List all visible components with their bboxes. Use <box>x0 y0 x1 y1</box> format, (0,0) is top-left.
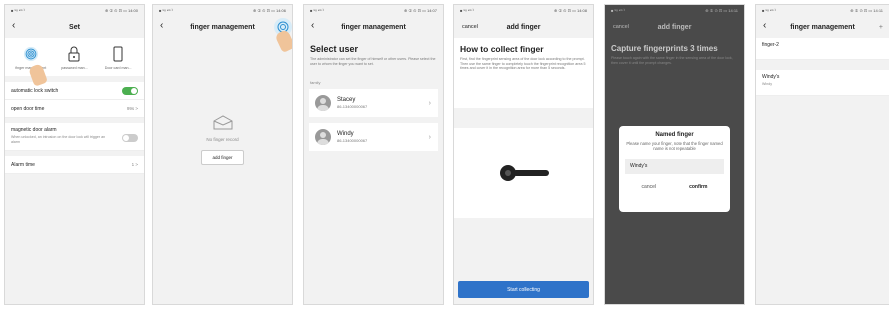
status-bar: ■ ⁵ᵍ ⁴ᴳ ⁱˡ ⊕ ① ⊙ ⊡ ▭ 14:06 <box>153 5 292 16</box>
empty-state: No finger record add finger <box>153 113 292 165</box>
capture-desc: Please touch again with the same finger … <box>611 56 733 65</box>
back-icon[interactable]: ‹ <box>160 20 163 31</box>
password-management-label: password man... <box>61 66 88 70</box>
user-item[interactable]: Stacey 86-13400000067 › <box>309 89 438 118</box>
add-finger-button[interactable]: add finger <box>201 150 244 165</box>
capture-heading: Capture fingerprints 3 times <box>611 44 718 53</box>
user-name: Windy <box>337 131 354 138</box>
back-icon[interactable]: ‹ <box>763 20 766 31</box>
status-bar: ■ ⁵ᵍ ⁴ᴳ ⁱˡ ⊕ ① ⊙ ⊡ ▭ 14:00 <box>5 5 144 16</box>
door-card-management-label: Door card man... <box>104 66 132 70</box>
automatic-lock-row[interactable]: automatic lock switch <box>5 82 144 100</box>
status-right: ⊕ ① ⊙ ⊡ ▭ 14:08 <box>554 8 587 13</box>
status-left: ■ ⁵ᵍ ⁴ᴳ ⁱˡ <box>159 8 173 13</box>
collect-desc: First, find the fingerprint sensing area… <box>460 57 586 71</box>
lock-icon <box>66 46 82 62</box>
dialog-cancel-button[interactable]: cancel <box>642 184 656 190</box>
user-phone: 86-13400000067 <box>337 138 368 144</box>
page-title: finger management <box>341 23 406 31</box>
start-collecting-button[interactable]: Start collecting <box>458 281 589 298</box>
page-title: add finger <box>506 23 541 31</box>
status-right: ⊕ ① ⊙ ⊡ ▭ 14:06 <box>253 8 286 13</box>
phone-add-finger-instructions: ■ ⁵ᵍ ⁴ᴳ ⁱˡ ⊕ ① ⊙ ⊡ ▭ 14:08 cancel add fi… <box>453 4 594 305</box>
page-title: Set <box>69 23 80 31</box>
finger-owner: Windy <box>762 82 772 86</box>
dialog-title: Named finger <box>655 132 694 138</box>
cancel-button[interactable]: cancel <box>462 24 478 30</box>
phone-finger-management-list: ■ ⁵ᵍ ⁴ᴳ ⁱˡ ⊕ ① ⊙ ⊡ ▭ 14:11 ‹ finger mana… <box>755 4 889 305</box>
back-icon[interactable]: ‹ <box>12 20 15 31</box>
user-phone: 86-13400000067 <box>337 104 368 110</box>
status-right: ⊕ ① ⊙ ⊡ ▭ 14:11 <box>705 8 738 13</box>
collect-heading: How to collect finger <box>460 44 544 54</box>
finger-item[interactable]: finger-2 <box>756 38 889 60</box>
user-name: Stacey <box>337 97 356 104</box>
add-icon[interactable]: + <box>879 24 883 31</box>
status-right: ⊕ ① ⊙ ⊡ ▭ 14:07 <box>404 8 437 13</box>
magnetic-alarm-label: magnetic door alarm <box>11 127 57 133</box>
alarm-time-label: Alarm time <box>11 161 35 168</box>
status-left: ■ ⁵ᵍ ⁴ᴳ ⁱˡ <box>310 8 324 13</box>
empty-text: No finger record <box>206 137 239 142</box>
page-title: add finger <box>657 23 692 31</box>
dialog-confirm-button[interactable]: confirm <box>689 184 707 190</box>
alarm-time-row[interactable]: Alarm time 1 > <box>5 156 144 174</box>
cancel-button[interactable]: cancel <box>613 24 629 30</box>
alarm-time-value: 1 > <box>131 162 138 167</box>
back-icon[interactable]: ‹ <box>311 20 314 31</box>
phone-settings: ■ ⁵ᵍ ⁴ᴳ ⁱˡ ⊕ ① ⊙ ⊡ ▭ 14:00 ‹ Set finger … <box>4 4 145 305</box>
dialog-desc: Please name your finger, note that the f… <box>626 141 723 152</box>
status-bar: ■ ⁵ᵍ ⁴ᴳ ⁱˡ ⊕ ① ⊙ ⊡ ▭ 14:11 <box>605 5 744 16</box>
finger-item[interactable]: Windy's Windy <box>756 70 889 96</box>
magnetic-alarm-toggle[interactable] <box>122 134 138 142</box>
phone-select-user: ■ ⁵ᵍ ⁴ᴳ ⁱˡ ⊕ ① ⊙ ⊡ ▭ 14:07 ‹ finger mana… <box>303 4 444 305</box>
page-title: finger management <box>790 23 855 31</box>
finger-name: Windy's <box>762 74 780 80</box>
select-user-heading: Select user <box>310 44 359 54</box>
user-item[interactable]: Windy 86-13400000067 › <box>309 123 438 152</box>
status-bar: ■ ⁵ᵍ ⁴ᴳ ⁱˡ ⊕ ① ⊙ ⊡ ▭ 14:08 <box>454 5 593 16</box>
lock-illustration <box>454 128 593 218</box>
nav-bar: cancel add finger <box>454 16 593 38</box>
status-left: ■ ⁵ᵍ ⁴ᴳ ⁱˡ <box>11 8 25 13</box>
magnetic-alarm-row: magnetic door alarm When unlocked, an in… <box>5 123 144 151</box>
nav-bar: ‹ finger management + <box>756 16 889 38</box>
status-left: ■ ⁵ᵍ ⁴ᴳ ⁱˡ <box>460 8 474 13</box>
open-door-time-row[interactable]: open door time 99s > <box>5 100 144 118</box>
open-door-time-label: open door time <box>11 105 45 112</box>
avatar <box>315 95 331 112</box>
status-right: ⊕ ① ⊙ ⊡ ▭ 14:11 <box>850 8 883 13</box>
magnetic-alarm-desc: When unlocked, an intrusion on the door … <box>11 135 106 144</box>
finger-name-input[interactable]: Windy's <box>625 158 724 174</box>
status-left: ■ ⁵ᵍ ⁴ᴳ ⁱˡ <box>762 8 776 13</box>
management-icons: finger management password man... Door c… <box>5 38 144 76</box>
status-bar: ■ ⁵ᵍ ⁴ᴳ ⁱˡ ⊕ ① ⊙ ⊡ ▭ 14:07 <box>304 5 443 16</box>
open-door-time-value: 99s > <box>126 106 138 111</box>
status-left: ■ ⁵ᵍ ⁴ᴳ ⁱˡ <box>611 8 625 13</box>
section-label: family <box>310 80 321 86</box>
automatic-lock-toggle[interactable] <box>122 86 138 95</box>
select-user-desc: The administrator can set the finger of … <box>310 57 436 66</box>
page-title: finger management <box>190 23 255 31</box>
phone-finger-management-empty: ■ ⁵ᵍ ⁴ᴳ ⁱˡ ⊕ ① ⊙ ⊡ ▭ 14:06 ‹ finger mana… <box>152 4 293 305</box>
empty-box-icon <box>213 115 232 130</box>
nav-bar: ‹ finger management <box>153 16 292 38</box>
password-management-button[interactable]: password man... <box>54 46 94 70</box>
door-handle-icon <box>499 165 549 181</box>
nav-bar: ‹ finger management <box>304 16 443 38</box>
fingerprint-icon <box>23 46 39 62</box>
automatic-lock-label: automatic lock switch <box>11 87 59 94</box>
nav-bar: ‹ Set <box>5 16 144 38</box>
status-right: ⊕ ① ⊙ ⊡ ▭ 14:00 <box>105 8 138 13</box>
named-finger-dialog: Named finger Please name your finger, no… <box>619 126 730 212</box>
nav-bar: cancel add finger <box>605 16 744 38</box>
phone-capture-fingerprints: ■ ⁵ᵍ ⁴ᴳ ⁱˡ ⊕ ① ⊙ ⊡ ▭ 14:11 cancel add fi… <box>604 4 745 305</box>
chevron-right-icon: › <box>428 133 431 141</box>
status-bar: ■ ⁵ᵍ ⁴ᴳ ⁱˡ ⊕ ① ⊙ ⊡ ▭ 14:11 <box>756 5 889 16</box>
chevron-right-icon: › <box>428 99 431 107</box>
finger-name: finger-2 <box>762 42 779 48</box>
door-card-management-button[interactable]: Door card man... <box>98 46 138 70</box>
card-icon <box>110 46 126 62</box>
avatar <box>315 129 331 146</box>
